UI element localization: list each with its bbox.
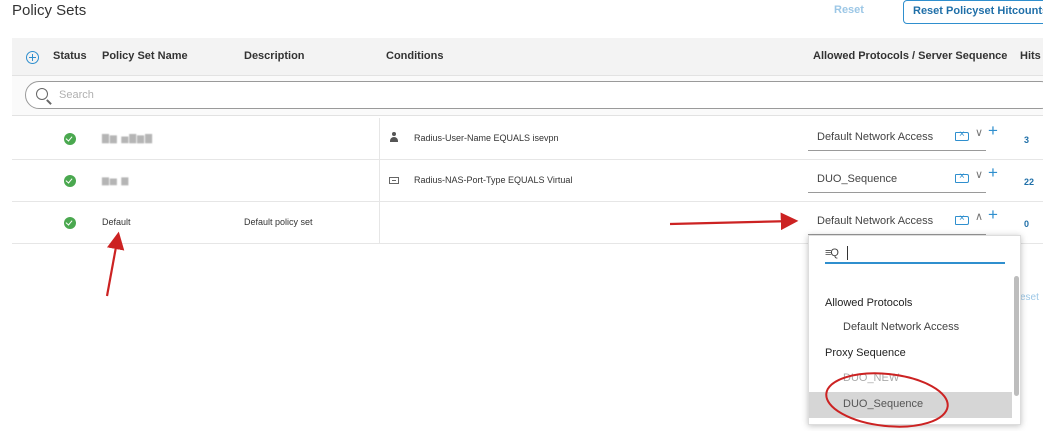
condition-text[interactable]: Radius-NAS-Port-Type EQUALS Virtual [414, 175, 572, 185]
clear-icon[interactable] [955, 129, 969, 141]
column-divider [379, 118, 380, 160]
clear-icon[interactable] [955, 213, 969, 225]
policy-set-name[interactable]: ▆▅ ▆ [102, 175, 129, 186]
hits-count[interactable]: 3 [1024, 135, 1029, 145]
annotation-arrow-up [105, 231, 125, 297]
reset-link[interactable]: Reset [834, 4, 864, 16]
column-divider [379, 202, 380, 244]
chevron-up-icon[interactable]: ∧ [975, 210, 983, 223]
policy-set-name[interactable]: ▇▆ ▅▇▆▇ [102, 133, 153, 144]
status-check-icon [64, 217, 76, 229]
header-allowed-protocols[interactable]: Allowed Protocols / Server Sequence [813, 50, 1007, 62]
hits-count[interactable]: 22 [1024, 177, 1034, 187]
header-policy-set-name[interactable]: Policy Set Name [102, 50, 188, 62]
chevron-down-icon[interactable]: ∨ [975, 126, 983, 139]
search-icon [36, 88, 48, 100]
dropdown-item-duo-sequence[interactable]: DUO_Sequence [809, 392, 1012, 418]
add-icon[interactable]: + [988, 205, 998, 225]
search-box[interactable] [25, 81, 1043, 109]
filter-search-icon: ≡Q [825, 247, 839, 259]
search-input[interactable] [57, 86, 757, 104]
policy-sets-table: Status Policy Set Name Description Condi… [12, 38, 1043, 244]
dropdown-search[interactable]: ≡Q [825, 244, 1005, 264]
add-icon[interactable]: + [988, 121, 998, 141]
dropdown-group-label: Allowed Protocols [825, 297, 913, 309]
table-row[interactable]: ▆▅ ▆ Radius-NAS-Port-Type EQUALS Virtual… [12, 160, 1043, 202]
text-caret [847, 246, 848, 260]
reset-hitcounts-button[interactable]: Reset Policyset Hitcounts [903, 0, 1043, 24]
dropdown-item-default-network-access[interactable]: Default Network Access [809, 315, 1012, 341]
dropdown-item-duo-new[interactable]: DUO_NEW [809, 366, 1012, 392]
dropdown-group-label: Proxy Sequence [825, 347, 906, 359]
header-hits[interactable]: Hits [1020, 50, 1041, 62]
user-icon [389, 132, 399, 144]
status-check-icon [64, 175, 76, 187]
condition-text[interactable]: Radius-User-Name EQUALS isevpn [414, 133, 559, 143]
page-title: Policy Sets [12, 2, 87, 19]
nas-port-icon [389, 177, 399, 184]
policy-set-name[interactable]: Default [102, 217, 131, 227]
policy-set-description: Default policy set [244, 217, 313, 227]
add-policy-set-icon[interactable] [26, 51, 39, 64]
clear-icon[interactable] [955, 171, 969, 183]
scrollbar[interactable] [1014, 276, 1019, 396]
status-check-icon [64, 133, 76, 145]
protocol-value: Default Network Access [817, 131, 934, 143]
reset-link-partial[interactable]: eset [1020, 292, 1039, 303]
chevron-down-icon[interactable]: ∨ [975, 168, 983, 181]
protocol-value: Default Network Access [817, 215, 934, 227]
header-conditions[interactable]: Conditions [386, 50, 443, 62]
header-status[interactable]: Status [53, 50, 87, 62]
header-description[interactable]: Description [244, 50, 305, 62]
add-icon[interactable]: + [988, 163, 998, 183]
search-row [12, 76, 1043, 116]
table-header: Status Policy Set Name Description Condi… [12, 38, 1043, 76]
column-divider [379, 160, 380, 202]
hits-count[interactable]: 0 [1024, 219, 1029, 229]
protocol-value: DUO_Sequence [817, 173, 898, 185]
protocol-dropdown: ≡Q Allowed Protocols Default Network Acc… [808, 235, 1021, 425]
table-row[interactable]: ▇▆ ▅▇▆▇ Radius-User-Name EQUALS isevpn D… [12, 118, 1043, 160]
